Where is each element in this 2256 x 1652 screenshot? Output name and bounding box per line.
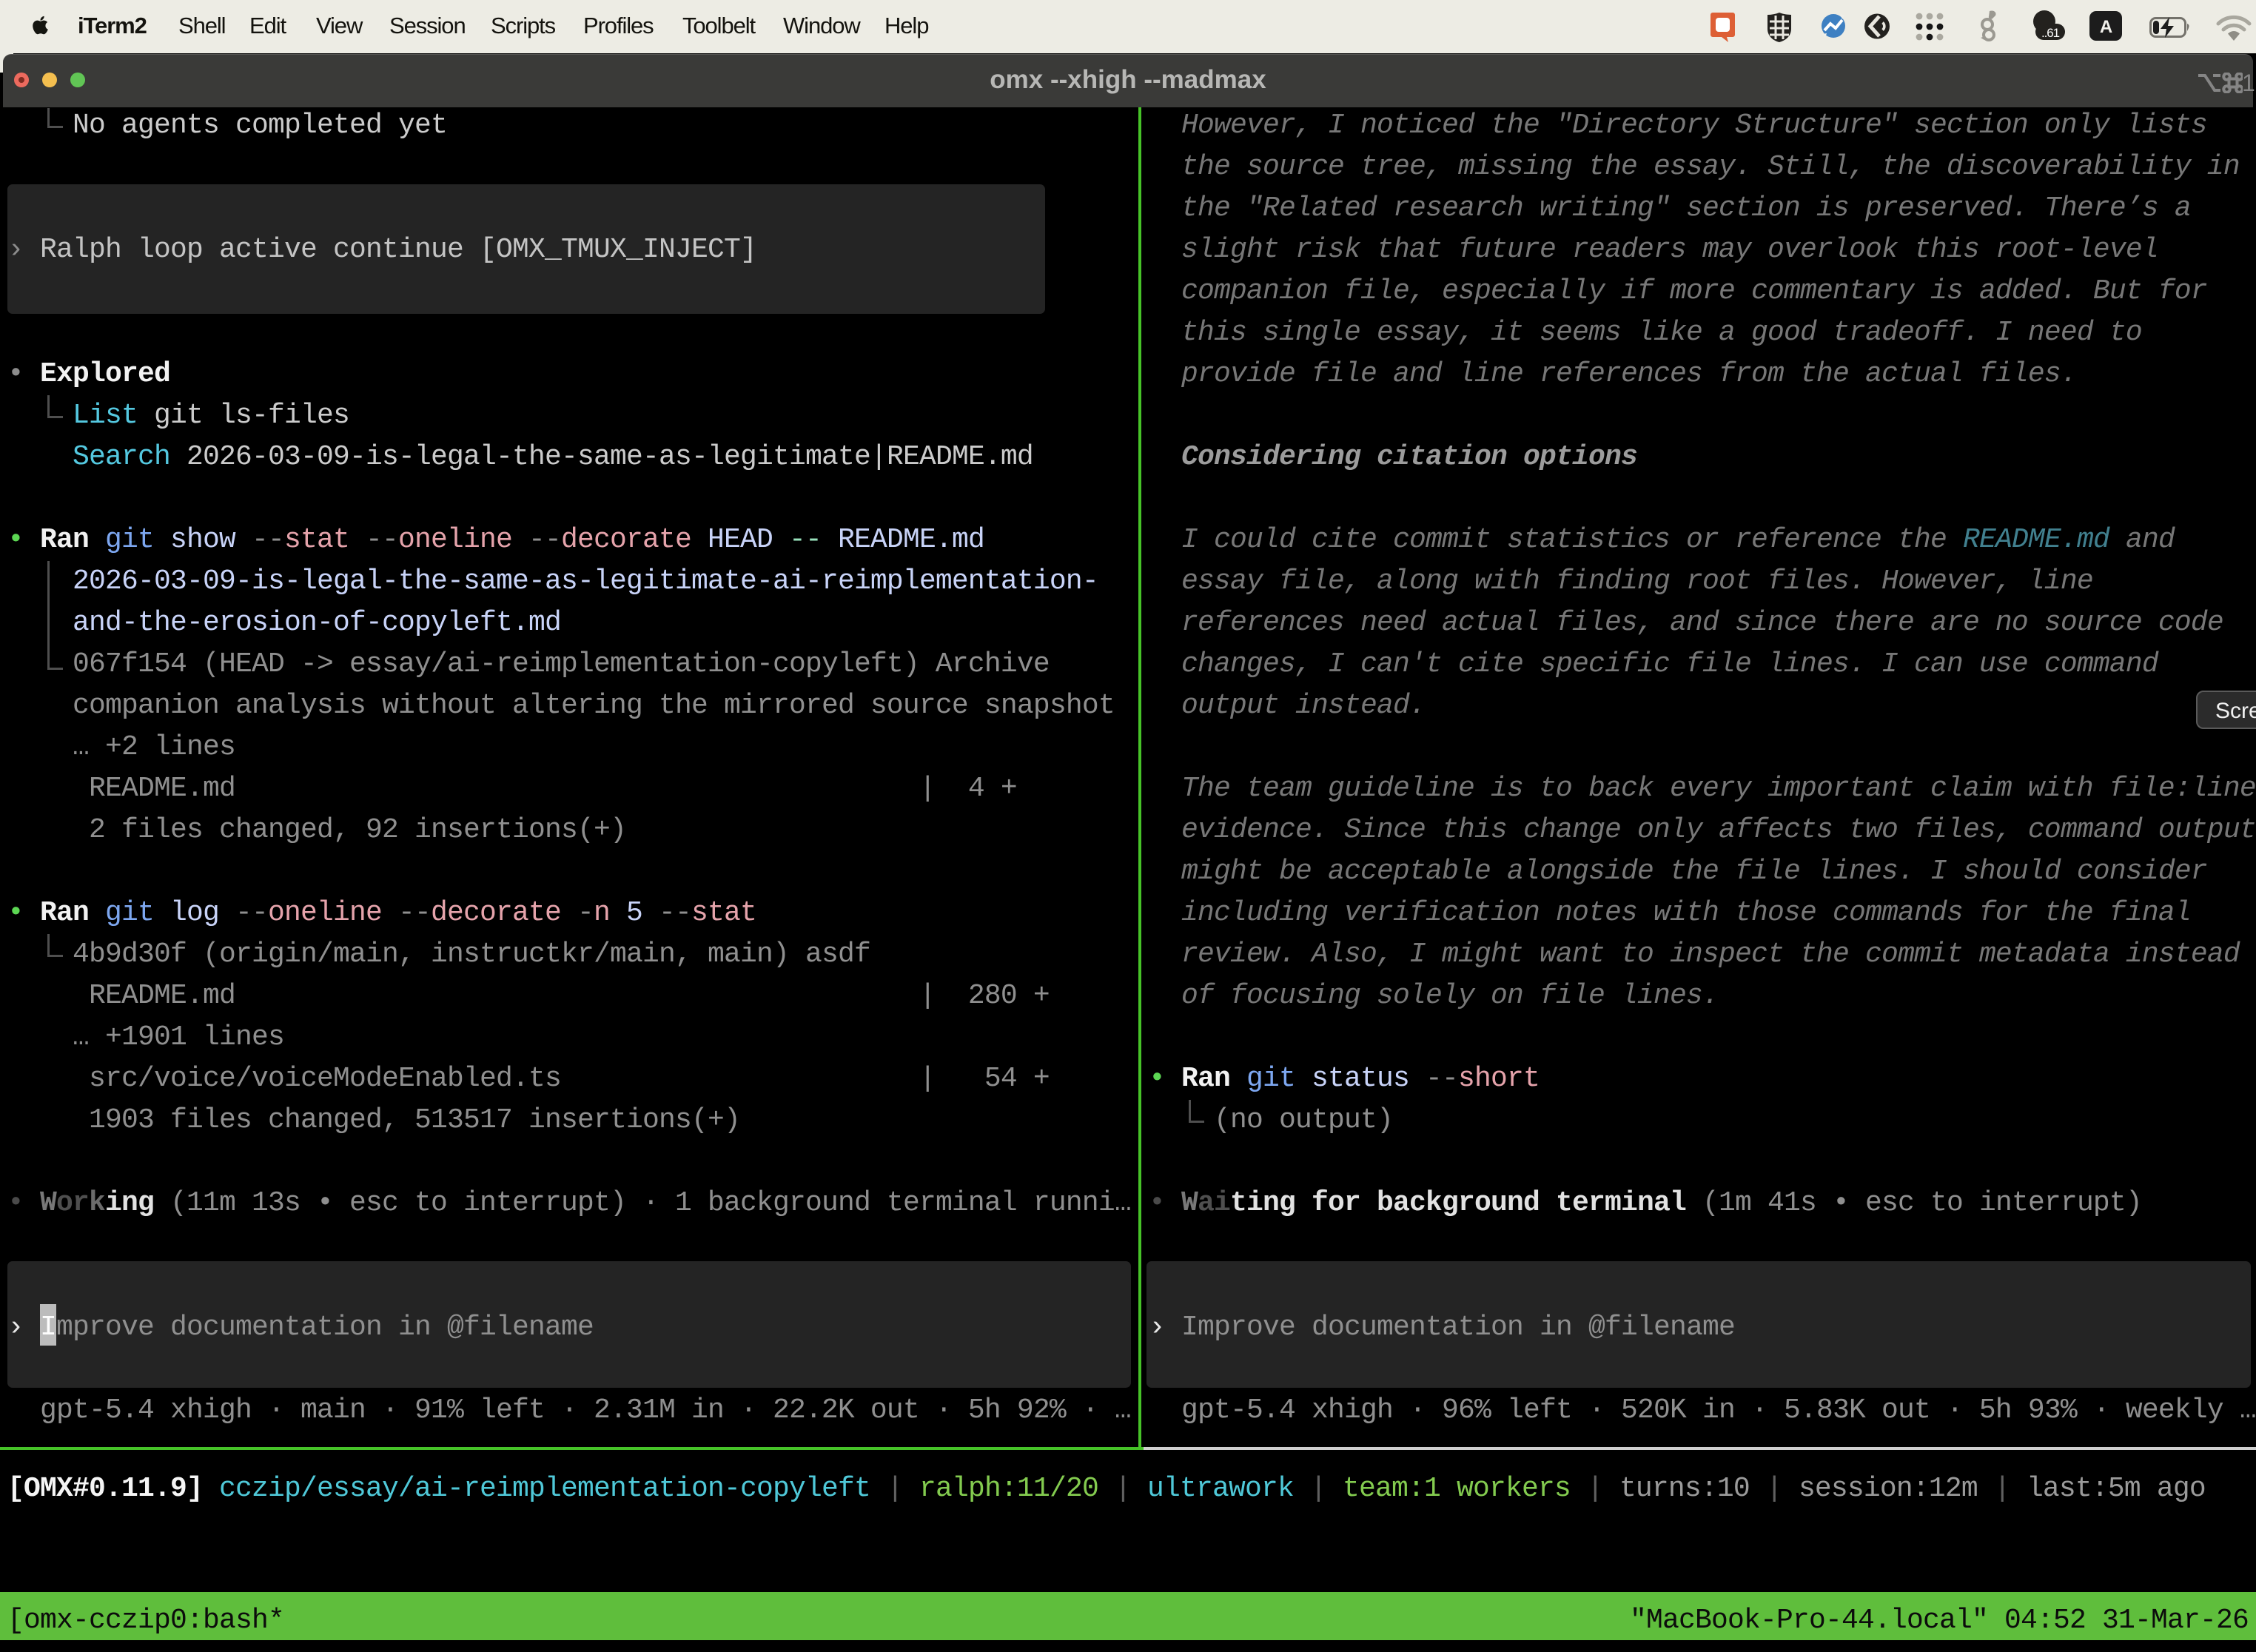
svg-text:A: A (2100, 17, 2112, 37)
svg-text:..61: ..61 (2041, 26, 2060, 40)
